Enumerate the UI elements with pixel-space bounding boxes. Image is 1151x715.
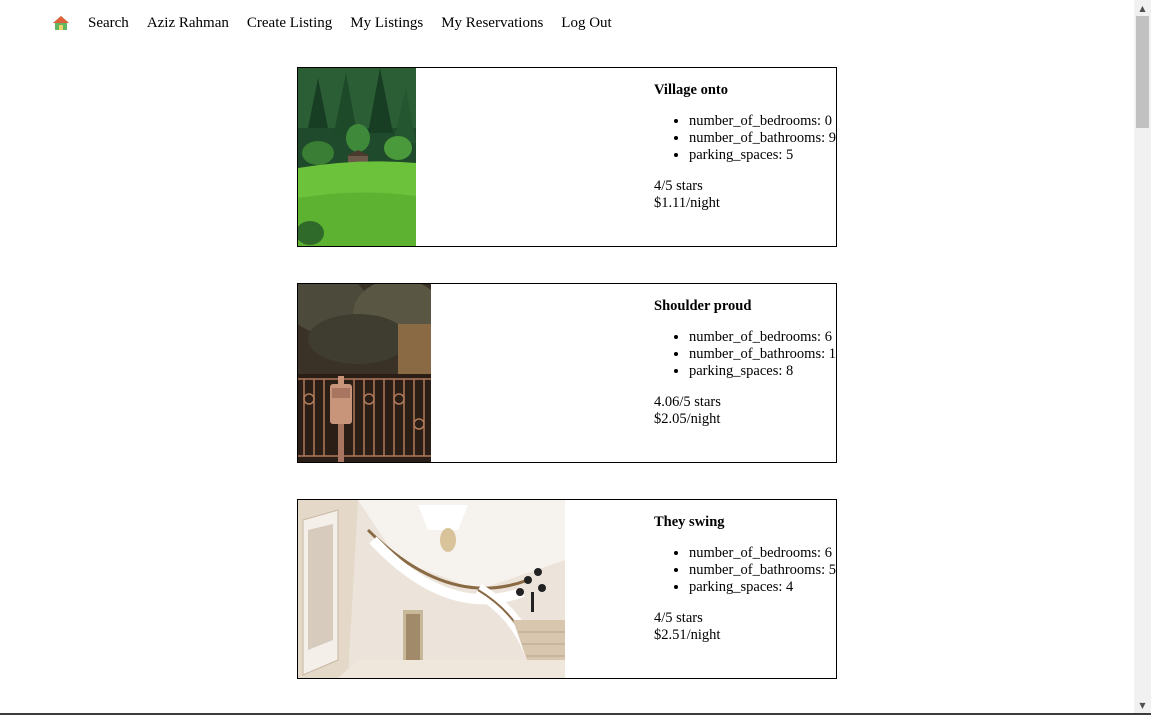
vertical-scrollbar[interactable]: ▲ ▼: [1134, 0, 1151, 713]
scrollbar-thumb[interactable]: [1136, 16, 1149, 128]
listing-photo[interactable]: [298, 68, 416, 246]
feature-bedrooms: number_of_bedrooms: 0: [689, 113, 836, 130]
feature-parking: parking_spaces: 4: [689, 579, 836, 596]
nav-my-reservations-link[interactable]: My Reservations: [441, 15, 543, 32]
nav-create-listing-link[interactable]: Create Listing: [247, 15, 332, 32]
listing-info: They swing number_of_bedrooms: 6 number_…: [654, 514, 836, 644]
listing-photo[interactable]: [298, 500, 565, 678]
feature-bathrooms: number_of_bathrooms: 1: [689, 346, 836, 363]
listing-title[interactable]: Shoulder proud: [654, 298, 836, 315]
browser-viewport: Search Aziz Rahman Create Listing My Lis…: [0, 0, 1151, 715]
listing-rating: 4.06/5 stars: [654, 394, 721, 410]
home-icon[interactable]: [52, 14, 70, 32]
top-nav: Search Aziz Rahman Create Listing My Lis…: [52, 13, 630, 33]
feature-parking: parking_spaces: 8: [689, 363, 836, 380]
feature-bathrooms: number_of_bathrooms: 5: [689, 562, 836, 579]
scroll-up-arrow-icon[interactable]: ▲: [1134, 0, 1151, 16]
listing-title[interactable]: Village onto: [654, 82, 836, 99]
feature-bathrooms: number_of_bathrooms: 9: [689, 130, 836, 147]
listing-features: number_of_bedrooms: 0 number_of_bathroom…: [654, 113, 836, 164]
listing-features: number_of_bedrooms: 6 number_of_bathroom…: [654, 329, 836, 380]
listing-card[interactable]: Village onto number_of_bedrooms: 0 numbe…: [297, 67, 837, 247]
feature-parking: parking_spaces: 5: [689, 147, 836, 164]
listing-price: $2.05/night: [654, 411, 721, 427]
nav-my-listings-link[interactable]: My Listings: [350, 15, 423, 32]
listing-info: Shoulder proud number_of_bedrooms: 6 num…: [654, 298, 836, 428]
listing-rating: 4/5 stars: [654, 178, 703, 194]
listing-price: $1.11/night: [654, 195, 720, 211]
feature-bedrooms: number_of_bedrooms: 6: [689, 545, 836, 562]
scroll-down-arrow-icon[interactable]: ▼: [1134, 697, 1151, 713]
nav-profile-link[interactable]: Aziz Rahman: [147, 15, 229, 32]
listing-title[interactable]: They swing: [654, 514, 836, 531]
nav-logout-link[interactable]: Log Out: [561, 15, 611, 32]
feature-bedrooms: number_of_bedrooms: 6: [689, 329, 836, 346]
page-content: Search Aziz Rahman Create Listing My Lis…: [0, 0, 1134, 713]
listing-features: number_of_bedrooms: 6 number_of_bathroom…: [654, 545, 836, 596]
nav-search-link[interactable]: Search: [88, 15, 129, 32]
listing-card[interactable]: They swing number_of_bedrooms: 6 number_…: [297, 499, 837, 679]
listing-photo[interactable]: [298, 284, 431, 462]
listing-rating: 4/5 stars: [654, 610, 703, 626]
listing-info: Village onto number_of_bedrooms: 0 numbe…: [654, 82, 836, 212]
listing-card[interactable]: Shoulder proud number_of_bedrooms: 6 num…: [297, 283, 837, 463]
listing-price: $2.51/night: [654, 627, 721, 643]
